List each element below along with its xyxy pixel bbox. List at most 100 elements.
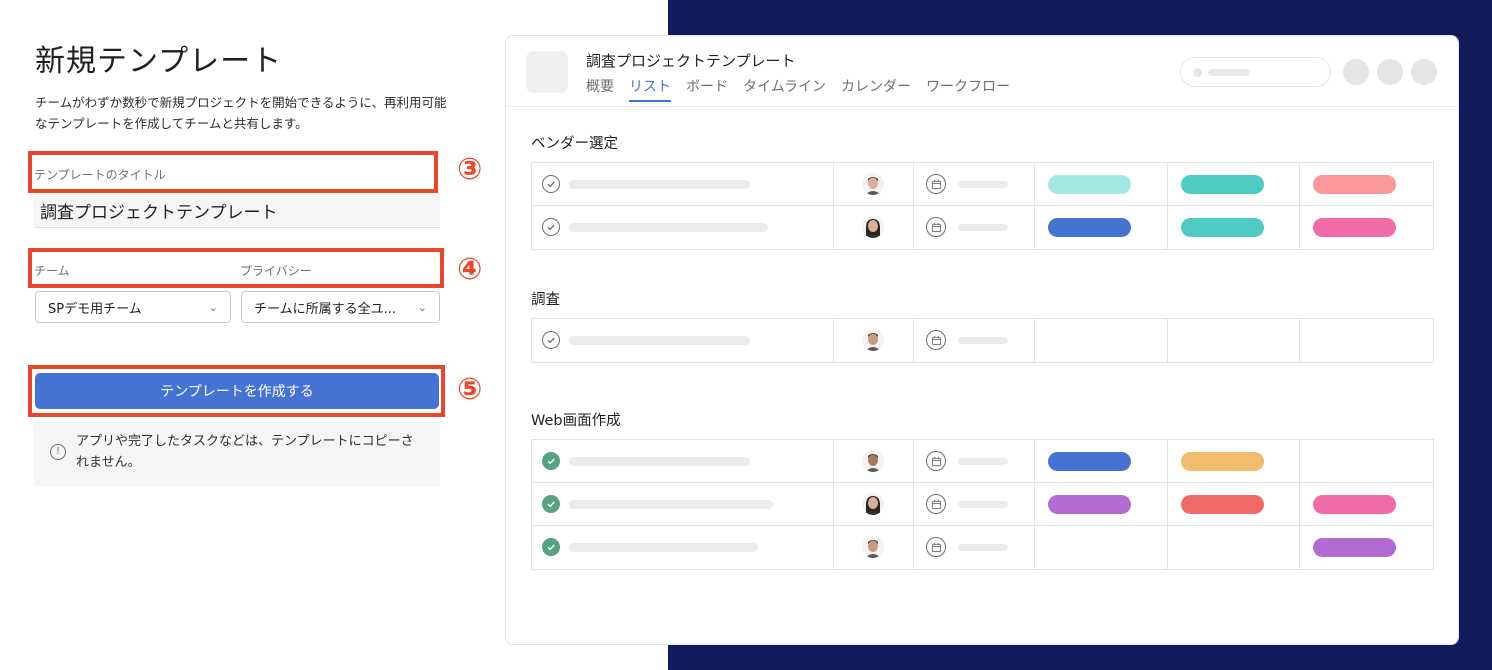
due-date-cell[interactable] xyxy=(914,163,1035,205)
custom-field-cell[interactable] xyxy=(1168,206,1301,249)
tab-2[interactable]: ボード xyxy=(686,76,728,102)
tag-pill[interactable] xyxy=(1047,218,1131,237)
custom-field-cell[interactable] xyxy=(1168,163,1301,205)
tag-pill[interactable] xyxy=(1180,452,1264,471)
project-preview-card: 調査プロジェクトテンプレート 概要 リスト ボード タイムライン カレンダー ワークフロー… xyxy=(505,35,1459,645)
check-icon[interactable] xyxy=(542,331,560,349)
table-row[interactable] xyxy=(532,206,1433,249)
check-icon[interactable] xyxy=(542,175,560,193)
custom-field-cell[interactable] xyxy=(1035,440,1168,482)
avatar[interactable] xyxy=(862,173,885,195)
tab-1[interactable]: リスト xyxy=(629,76,671,102)
assignee-cell[interactable] xyxy=(834,163,915,205)
info-text: アプリや完了したタスクなどは、テンプレートにコピーされません。 xyxy=(76,434,414,470)
calendar-icon[interactable] xyxy=(926,174,947,194)
tag-pill[interactable] xyxy=(1313,175,1397,194)
calendar-icon[interactable] xyxy=(926,494,947,514)
tab-0[interactable]: 概要 xyxy=(586,76,614,102)
tab-4[interactable]: カレンダー xyxy=(841,76,911,102)
due-date-cell[interactable] xyxy=(914,526,1035,569)
team-select-value: SPデモ用チーム xyxy=(48,301,142,317)
template-title-value[interactable]: 調査プロジェクトテンプレート xyxy=(40,198,278,223)
custom-field-cell[interactable] xyxy=(1168,483,1301,525)
task-name-cell[interactable] xyxy=(532,440,835,482)
avatar[interactable] xyxy=(862,536,885,558)
date-placeholder xyxy=(958,544,1009,551)
custom-field-cell[interactable] xyxy=(1300,483,1433,525)
tag-pill[interactable] xyxy=(1313,218,1397,237)
header-action-button-3[interactable] xyxy=(1411,59,1437,85)
task-name-cell[interactable] xyxy=(532,483,835,525)
tag-pill[interactable] xyxy=(1047,452,1131,471)
tag-pill[interactable] xyxy=(1047,495,1131,514)
due-date-cell[interactable] xyxy=(914,206,1035,249)
due-date-cell[interactable] xyxy=(914,319,1035,362)
custom-field-cell[interactable] xyxy=(1035,483,1168,525)
avatar[interactable] xyxy=(862,493,885,515)
tag-pill[interactable] xyxy=(1047,175,1131,194)
check-icon[interactable] xyxy=(542,452,560,470)
task-name-placeholder xyxy=(569,500,773,509)
info-notice: ! アプリや完了したタスクなどは、テンプレートにコピーされません。 xyxy=(34,422,440,486)
custom-field-cell[interactable] xyxy=(1300,163,1433,205)
assignee-cell[interactable] xyxy=(834,206,915,249)
table-row[interactable] xyxy=(532,483,1433,526)
custom-field-cell[interactable] xyxy=(1035,163,1168,205)
custom-field-cell[interactable] xyxy=(1300,319,1433,362)
custom-field-cell[interactable] xyxy=(1168,526,1301,569)
custom-field-cell[interactable] xyxy=(1300,526,1433,569)
table-row[interactable] xyxy=(532,440,1433,483)
task-name-cell[interactable] xyxy=(532,206,835,249)
tag-pill[interactable] xyxy=(1313,495,1397,514)
due-date-cell[interactable] xyxy=(914,440,1035,482)
calendar-icon[interactable] xyxy=(926,451,947,471)
header-action-button-1[interactable] xyxy=(1343,59,1369,85)
create-template-button[interactable]: テンプレートを作成する xyxy=(35,373,439,409)
info-icon: ! xyxy=(50,444,66,460)
calendar-icon[interactable] xyxy=(926,537,947,557)
team-select[interactable]: SPデモ用チーム ⌄ xyxy=(35,291,231,323)
due-date-cell[interactable] xyxy=(914,483,1035,525)
check-icon[interactable] xyxy=(542,218,560,236)
assignee-cell[interactable] xyxy=(834,319,915,362)
tag-pill[interactable] xyxy=(1180,218,1264,237)
assignee-cell[interactable] xyxy=(834,526,915,569)
search-input[interactable] xyxy=(1180,57,1331,87)
avatar[interactable] xyxy=(862,450,885,472)
tag-pill[interactable] xyxy=(1180,495,1264,514)
custom-field-cell[interactable] xyxy=(1300,206,1433,249)
date-placeholder xyxy=(958,181,1009,188)
search-icon xyxy=(1193,68,1202,77)
custom-field-cell[interactable] xyxy=(1168,319,1301,362)
check-icon[interactable] xyxy=(542,538,560,556)
custom-field-cell[interactable] xyxy=(1035,319,1168,362)
task-name-cell[interactable] xyxy=(532,526,835,569)
task-table xyxy=(531,439,1434,570)
calendar-icon[interactable] xyxy=(926,330,947,350)
task-name-cell[interactable] xyxy=(532,163,835,205)
section-title: ベンダー選定 xyxy=(531,136,618,152)
assignee-cell[interactable] xyxy=(834,440,915,482)
task-name-cell[interactable] xyxy=(532,319,835,362)
table-row[interactable] xyxy=(532,319,1433,362)
avatar[interactable] xyxy=(862,329,885,351)
check-icon[interactable] xyxy=(542,495,560,513)
table-row[interactable] xyxy=(532,526,1433,569)
avatar[interactable] xyxy=(862,216,885,238)
page-title: 新規テンプレート xyxy=(35,44,283,79)
task-name-placeholder xyxy=(569,223,768,232)
assignee-cell[interactable] xyxy=(834,483,915,525)
tag-pill[interactable] xyxy=(1313,538,1397,557)
tag-pill[interactable] xyxy=(1180,175,1264,194)
tab-3[interactable]: タイムライン xyxy=(743,76,826,102)
task-name-placeholder xyxy=(569,543,758,552)
tab-5[interactable]: ワークフロー xyxy=(926,76,1010,102)
header-action-button-2[interactable] xyxy=(1377,59,1403,85)
custom-field-cell[interactable] xyxy=(1168,440,1301,482)
table-row[interactable] xyxy=(532,163,1433,206)
custom-field-cell[interactable] xyxy=(1035,526,1168,569)
custom-field-cell[interactable] xyxy=(1300,440,1433,482)
custom-field-cell[interactable] xyxy=(1035,206,1168,249)
calendar-icon[interactable] xyxy=(926,217,947,237)
privacy-select[interactable]: チームに所属する全ユ... ⌄ xyxy=(241,291,440,323)
